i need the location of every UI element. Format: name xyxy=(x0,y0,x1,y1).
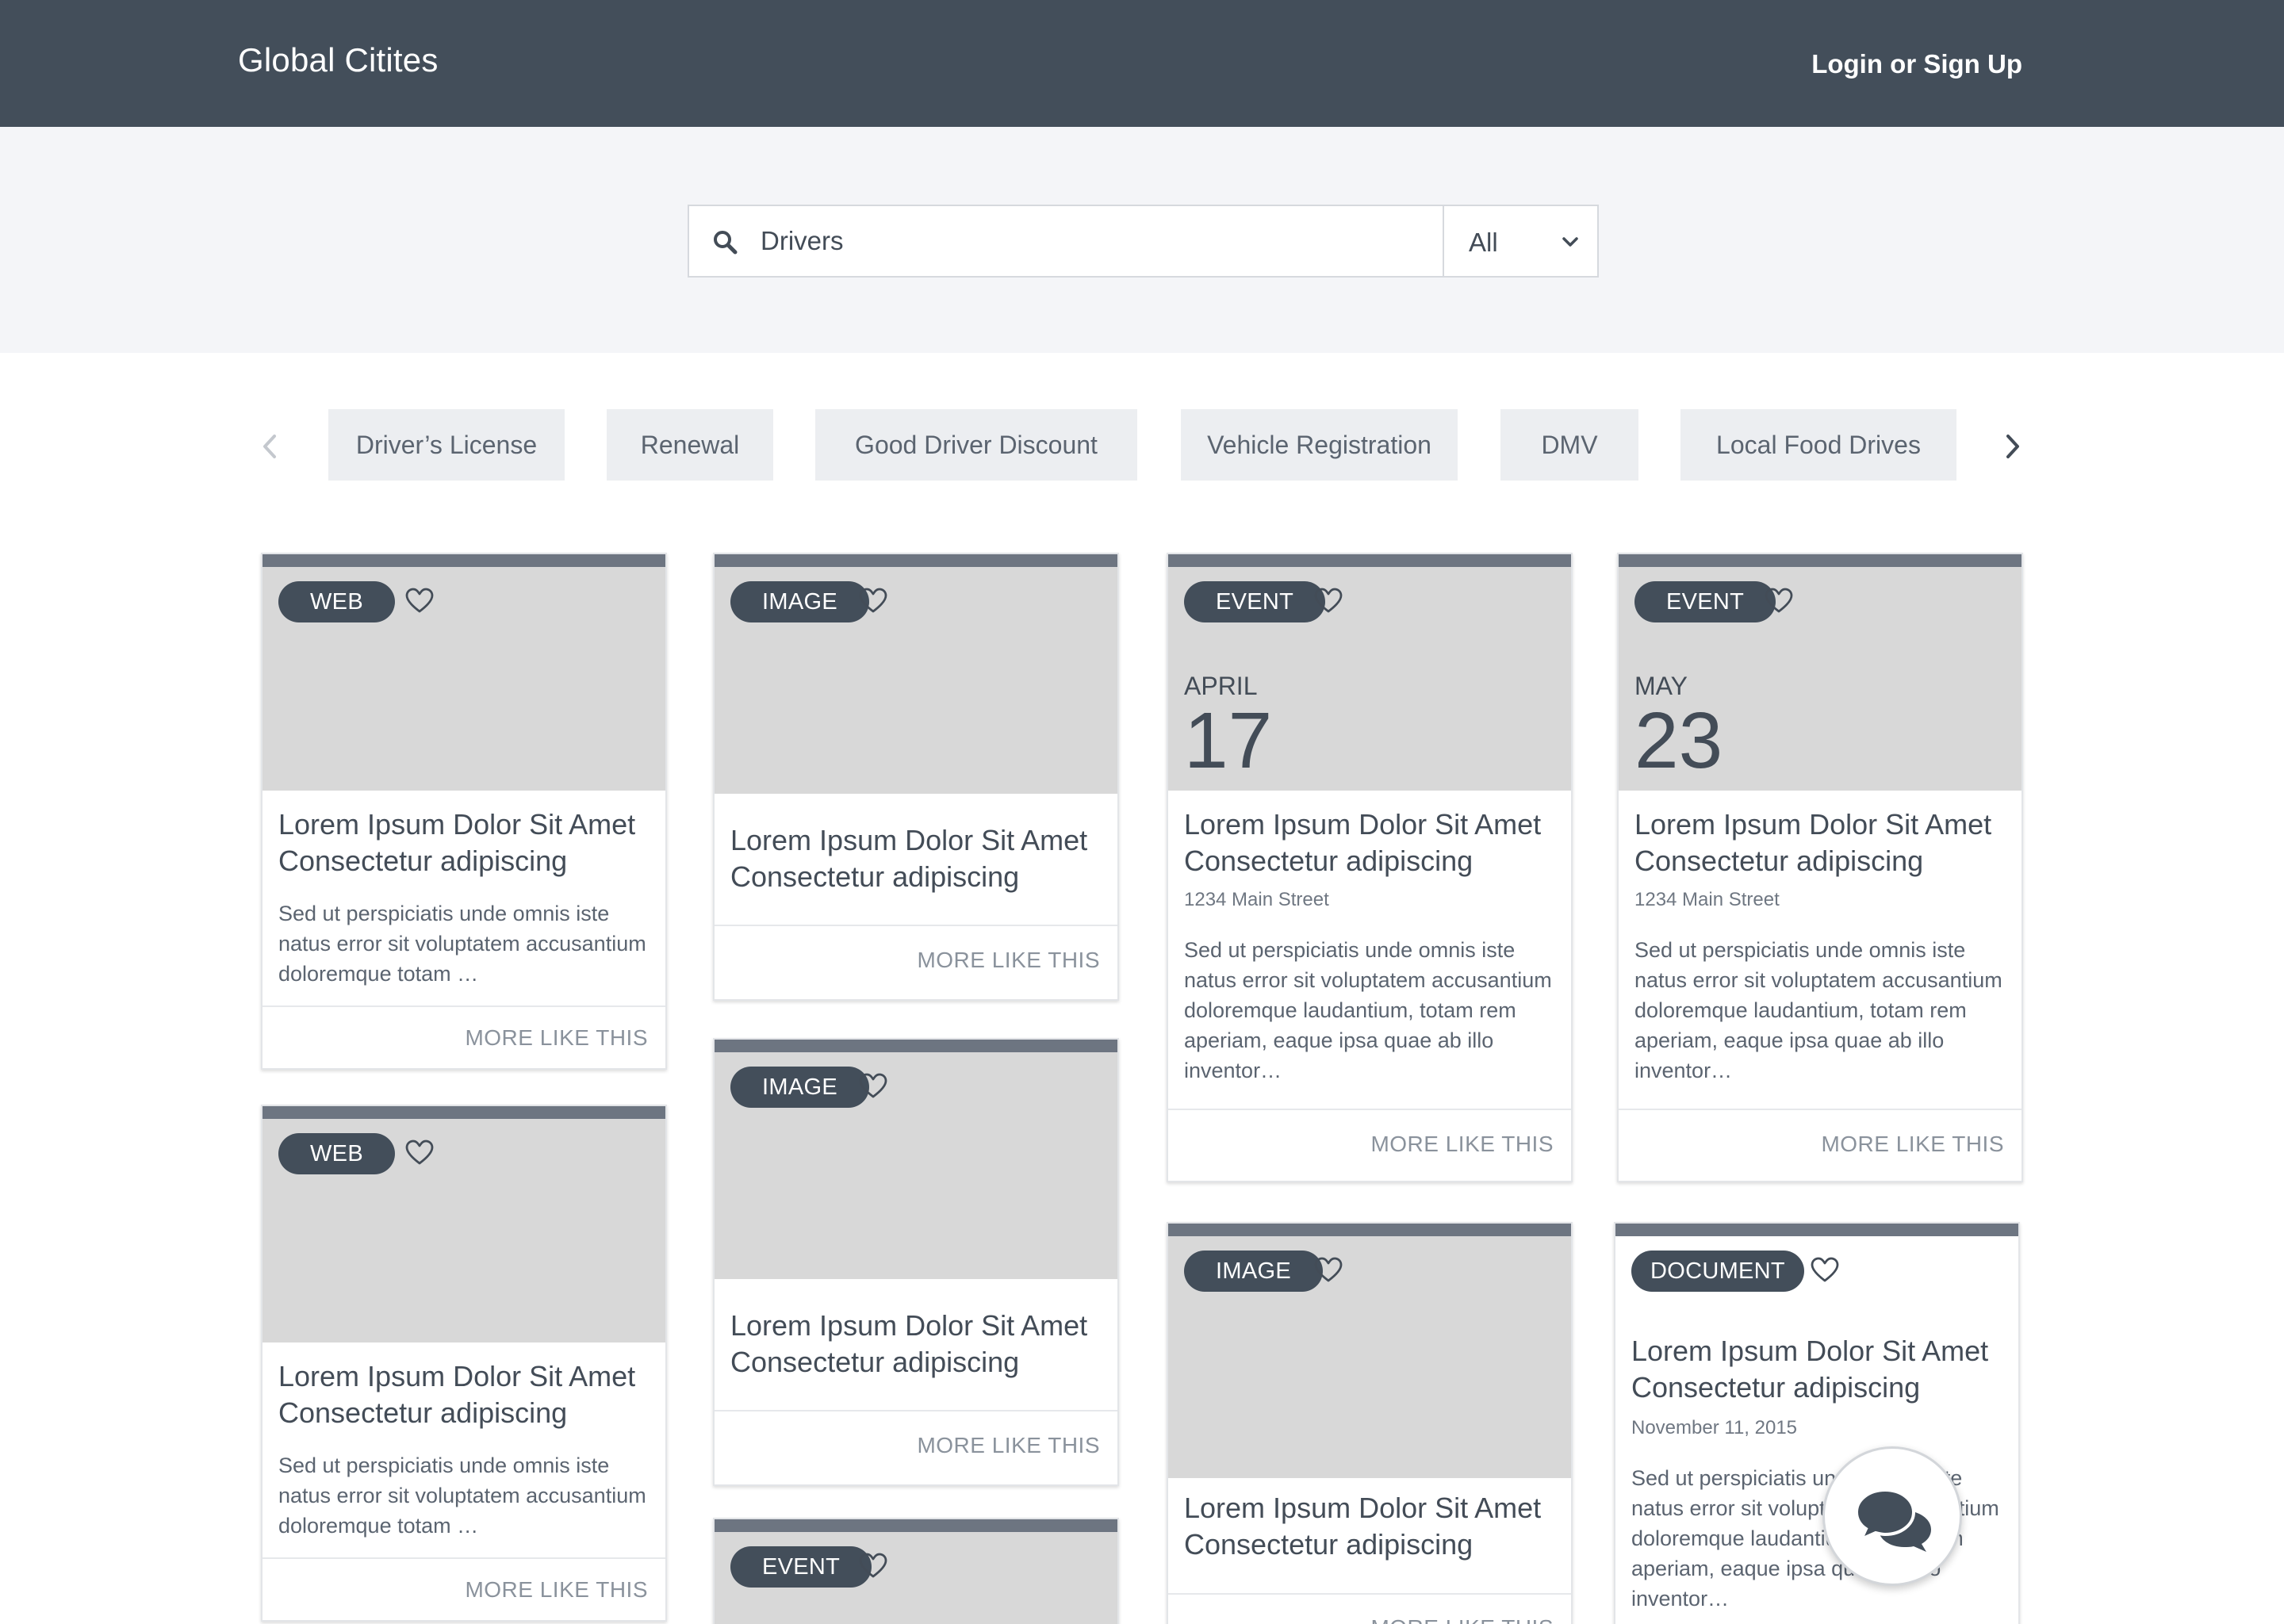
type-badge: IMAGE xyxy=(730,1067,869,1108)
brand-logo[interactable]: Global Citites xyxy=(238,41,439,79)
card-description: Sed ut perspiciatis unde omnis iste natu… xyxy=(1634,938,2002,1082)
more-like-this-link[interactable]: MORE LIKE THIS xyxy=(1821,1132,2004,1157)
card-title[interactable]: Lorem Ipsum Dolor Sit Amet Consectetur a… xyxy=(730,1308,1107,1381)
card-divider xyxy=(1619,1109,2021,1110)
card-title[interactable]: Lorem Ipsum Dolor Sit Amet Consectetur a… xyxy=(278,806,655,879)
card-description: Sed ut perspiciatis unde omnis iste natu… xyxy=(278,902,646,986)
card-divider xyxy=(263,1557,665,1559)
card-top-bar xyxy=(263,554,665,567)
chat-bubbles-icon xyxy=(1855,1488,1931,1552)
login-signup-link[interactable]: Login or Sign Up xyxy=(1811,49,2022,79)
card-document[interactable]: DOCUMENT Lorem Ipsum Dolor Sit Amet Cons… xyxy=(1614,1222,2020,1624)
card-event[interactable]: EVENT xyxy=(713,1518,1119,1624)
type-badge: EVENT xyxy=(1184,581,1326,622)
card-top-bar xyxy=(1619,554,2021,567)
type-badge: WEB xyxy=(278,1133,395,1174)
event-day: 23 xyxy=(1634,696,1723,785)
type-badge: EVENT xyxy=(1634,581,1776,622)
more-like-this-link[interactable]: MORE LIKE THIS xyxy=(465,1577,648,1603)
filter-select-value: All xyxy=(1469,228,1498,257)
card-web[interactable]: WEB Lorem Ipsum Dolor Sit Amet Consectet… xyxy=(261,1105,667,1622)
tag-drivers-license[interactable]: Driver’s License xyxy=(328,409,565,481)
more-like-this-link[interactable]: MORE LIKE THIS xyxy=(1370,1132,1554,1157)
card-divider xyxy=(715,925,1117,926)
chat-button[interactable] xyxy=(1822,1446,1962,1586)
card-top-bar xyxy=(1168,554,1571,567)
card-title[interactable]: Lorem Ipsum Dolor Sit Amet Consectetur a… xyxy=(278,1358,655,1431)
event-location: 1234 Main Street xyxy=(1184,889,1329,910)
card-title[interactable]: Lorem Ipsum Dolor Sit Amet Consectetur a… xyxy=(1634,806,2011,879)
card-title[interactable]: Lorem Ipsum Dolor Sit Amet Consectetur a… xyxy=(730,822,1107,895)
heart-icon[interactable] xyxy=(1811,1257,1839,1284)
more-like-this-link[interactable]: MORE LIKE THIS xyxy=(465,1025,648,1051)
card-top-bar xyxy=(715,1519,1117,1532)
card-event[interactable]: EVENT MAY 23 Lorem Ipsum Dolor Sit Amet … xyxy=(1617,553,2023,1182)
filter-select[interactable]: All xyxy=(1444,206,1597,276)
event-location: 1234 Main Street xyxy=(1634,889,1780,910)
heart-icon[interactable] xyxy=(405,588,434,615)
card-top-bar xyxy=(715,1040,1117,1052)
card-image-type[interactable]: IMAGE Lorem Ipsum Dolor Sit Amet Consect… xyxy=(1167,1222,1573,1624)
more-like-this-link[interactable]: MORE LIKE THIS xyxy=(917,948,1100,973)
card-top-bar xyxy=(715,554,1117,567)
heart-icon[interactable] xyxy=(859,1553,887,1580)
more-like-this-link[interactable]: MORE LIKE THIS xyxy=(1370,1615,1554,1624)
more-like-this-link[interactable]: MORE LIKE THIS xyxy=(917,1433,1100,1458)
card-divider xyxy=(1168,1593,1571,1595)
card-divider xyxy=(715,1410,1117,1411)
card-divider xyxy=(263,1005,665,1007)
heart-icon[interactable] xyxy=(405,1139,434,1166)
type-badge: EVENT xyxy=(730,1546,872,1588)
search-section: All xyxy=(0,127,2284,353)
card-image-type[interactable]: IMAGE Lorem Ipsum Dolor Sit Amet Consect… xyxy=(713,1038,1119,1486)
card-top-bar xyxy=(263,1106,665,1119)
card-description: Sed ut perspiciatis unde omnis iste natu… xyxy=(1184,938,1552,1082)
type-badge: WEB xyxy=(278,581,395,622)
heart-icon[interactable] xyxy=(1314,588,1343,615)
type-badge: IMAGE xyxy=(730,581,869,622)
top-nav: Global Citites Login or Sign Up xyxy=(0,0,2284,127)
tag-local-food-drives[interactable]: Local Food Drives xyxy=(1680,409,1956,481)
search-input[interactable] xyxy=(761,206,1332,276)
card-title[interactable]: Lorem Ipsum Dolor Sit Amet Consectetur a… xyxy=(1184,806,1561,879)
heart-icon[interactable] xyxy=(1765,588,1793,615)
card-description: Sed ut perspiciatis unde omnis iste natu… xyxy=(278,1454,646,1538)
type-badge: DOCUMENT xyxy=(1631,1251,1804,1292)
card-top-bar xyxy=(1615,1224,2018,1236)
tag-vehicle-registration[interactable]: Vehicle Registration xyxy=(1181,409,1458,481)
card-title[interactable]: Lorem Ipsum Dolor Sit Amet Consectetur a… xyxy=(1184,1490,1561,1563)
search-icon xyxy=(714,231,738,255)
document-date: November 11, 2015 xyxy=(1631,1417,1798,1438)
search-bar: All xyxy=(688,205,1599,278)
heart-icon[interactable] xyxy=(1314,1257,1343,1284)
card-top-bar xyxy=(1168,1224,1571,1236)
chevron-left-icon[interactable] xyxy=(259,433,281,460)
heart-icon[interactable] xyxy=(859,1073,887,1100)
chevron-right-icon[interactable] xyxy=(2002,433,2024,460)
card-divider xyxy=(1168,1109,1571,1110)
card-event[interactable]: EVENT APRIL 17 Lorem Ipsum Dolor Sit Ame… xyxy=(1167,553,1573,1182)
card-image-type[interactable]: IMAGE Lorem Ipsum Dolor Sit Amet Consect… xyxy=(713,553,1119,1001)
tag-good-driver-discount[interactable]: Good Driver Discount xyxy=(815,409,1137,481)
type-badge: IMAGE xyxy=(1184,1251,1323,1292)
tag-renewal[interactable]: Renewal xyxy=(607,409,773,481)
tag-dmv[interactable]: DMV xyxy=(1500,409,1638,481)
event-day: 17 xyxy=(1184,696,1273,785)
card-web[interactable]: WEB Lorem Ipsum Dolor Sit Amet Consectet… xyxy=(261,553,667,1070)
heart-icon[interactable] xyxy=(859,588,887,615)
card-title[interactable]: Lorem Ipsum Dolor Sit Amet Consectetur a… xyxy=(1631,1333,2008,1406)
chevron-down-icon xyxy=(1562,237,1578,247)
